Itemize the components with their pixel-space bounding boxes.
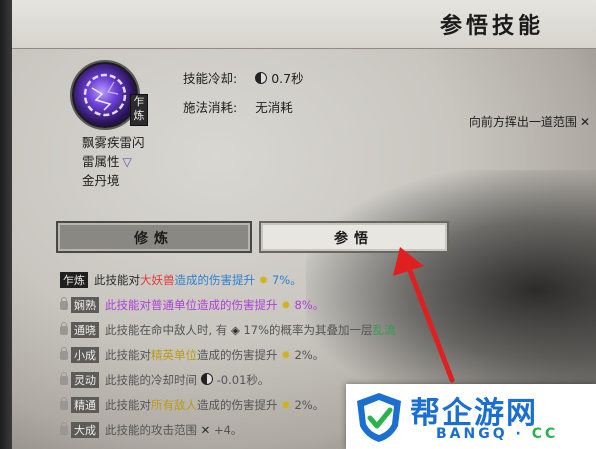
shield-logo-icon — [357, 393, 401, 442]
watermark-tld: CC — [531, 426, 559, 442]
watermark: 帮企游网 BANGQ · CC — [346, 384, 596, 449]
annotation-arrow — [393, 247, 455, 383]
watermark-domain-name: BANGQ — [436, 426, 508, 442]
watermark-domain: BANGQ · CC — [436, 426, 559, 442]
